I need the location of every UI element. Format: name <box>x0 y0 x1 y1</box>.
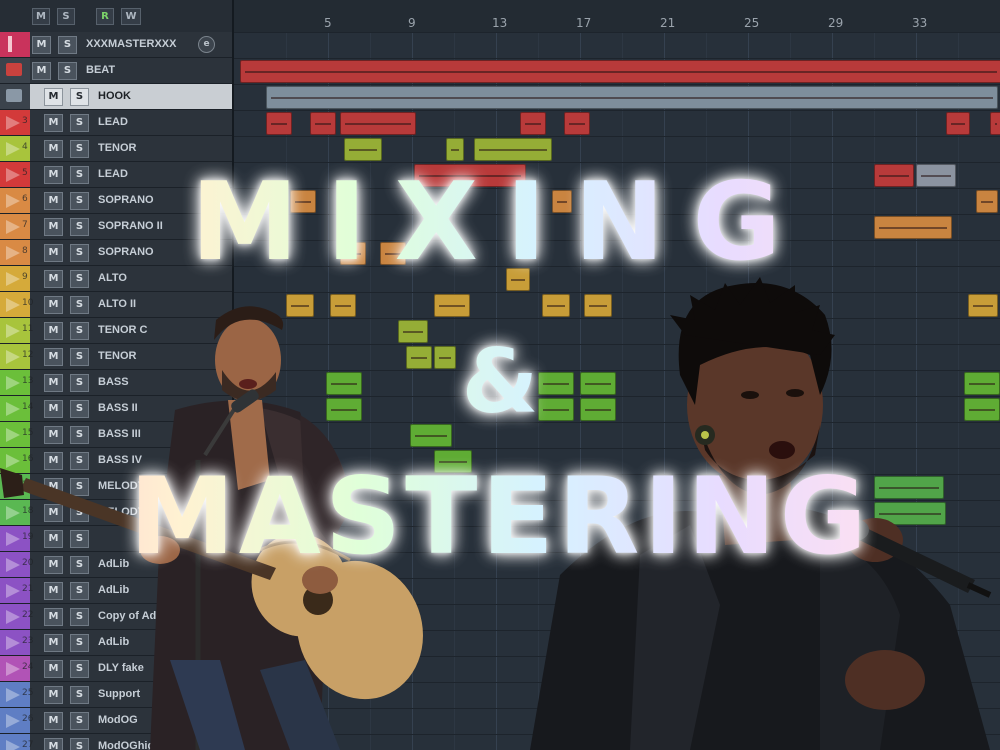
audio-clip[interactable] <box>990 112 1000 135</box>
ruler-bar-number: 17 <box>576 16 592 30</box>
solo-button[interactable]: S <box>70 88 89 106</box>
track-name[interactable]: XXXMASTERXXX <box>86 38 176 50</box>
clip-waveform <box>345 123 411 125</box>
audio-clip[interactable] <box>310 112 336 135</box>
mute-button[interactable]: M <box>44 88 63 106</box>
mute-button[interactable]: M <box>32 36 51 54</box>
title-mixing: MIXING <box>0 160 1000 285</box>
mute-button[interactable]: M <box>32 62 51 80</box>
title-mastering: MASTERING <box>0 455 1000 578</box>
edit-channel-icon[interactable]: e <box>198 36 215 53</box>
track-row[interactable]: 3 M S LEAD <box>0 110 232 136</box>
solo-all-button[interactable]: S <box>57 8 75 25</box>
clip-waveform <box>479 149 547 151</box>
record-arm-all-button[interactable]: R <box>96 8 114 25</box>
lane-divider <box>234 110 1000 111</box>
audio-clip[interactable] <box>946 112 970 135</box>
track-name[interactable]: LEAD <box>98 116 128 128</box>
master-flag-icon <box>8 36 12 52</box>
track-name[interactable]: BEAT <box>86 64 115 76</box>
mute-button[interactable]: M <box>44 140 63 158</box>
track-number: 4 <box>22 142 28 152</box>
audio-clip[interactable] <box>344 138 382 161</box>
track-name[interactable]: HOOK <box>98 90 131 102</box>
track-row[interactable]: M S HOOK <box>0 84 232 110</box>
clip-waveform <box>951 123 965 125</box>
ruler-bar-number: 9 <box>408 16 416 30</box>
ruler-bar-number: 33 <box>912 16 928 30</box>
audio-clip[interactable] <box>564 112 590 135</box>
track-color-swatch[interactable]: 4 <box>0 136 30 161</box>
track-toolbar: M S R W <box>0 0 232 33</box>
solo-button[interactable]: S <box>70 140 89 158</box>
track-color-swatch[interactable] <box>0 58 30 83</box>
track-number: 3 <box>22 116 28 126</box>
clip-waveform <box>451 149 459 151</box>
track-row[interactable]: M S XXXMASTERXXX e <box>0 32 232 58</box>
track-color-swatch[interactable] <box>0 32 30 57</box>
lane-divider <box>234 84 1000 85</box>
mute-button[interactable]: M <box>44 114 63 132</box>
clip-waveform <box>271 97 993 99</box>
timeline-ruler[interactable]: 5 9 13 17 21 25 29 33 <box>234 0 1000 33</box>
clip-waveform <box>569 123 585 125</box>
folder-icon <box>6 89 22 102</box>
track-flag-icon <box>6 142 20 156</box>
solo-button[interactable]: S <box>58 62 77 80</box>
audio-clip[interactable] <box>240 60 1000 83</box>
audio-clip[interactable] <box>340 112 416 135</box>
audio-clip[interactable] <box>520 112 546 135</box>
ruler-bar-number: 25 <box>744 16 760 30</box>
ruler-bar-number: 29 <box>828 16 844 30</box>
solo-button[interactable]: S <box>70 114 89 132</box>
ruler-bar-number: 13 <box>492 16 508 30</box>
clip-waveform <box>271 123 287 125</box>
mute-all-button[interactable]: M <box>32 8 50 25</box>
track-color-swatch[interactable]: 3 <box>0 110 30 135</box>
audio-clip[interactable] <box>446 138 464 161</box>
title-ampersand: & <box>0 330 1000 433</box>
lane-divider <box>234 32 1000 33</box>
lane-divider <box>234 58 1000 59</box>
solo-button[interactable]: S <box>58 36 77 54</box>
track-color-swatch[interactable] <box>0 84 30 109</box>
write-all-button[interactable]: W <box>121 8 141 25</box>
audio-clip[interactable] <box>474 138 552 161</box>
track-name[interactable]: TENOR <box>98 142 137 154</box>
clip-waveform <box>525 123 541 125</box>
clip-waveform <box>245 71 997 73</box>
track-flag-icon <box>6 116 20 130</box>
clip-waveform <box>315 123 331 125</box>
clip-waveform <box>995 123 997 125</box>
folder-icon <box>6 63 22 76</box>
track-row[interactable]: 4 M S TENOR <box>0 136 232 162</box>
audio-clip[interactable] <box>266 112 292 135</box>
track-row[interactable]: M S BEAT <box>0 58 232 84</box>
daw-window: 5 9 13 17 21 25 29 33 M S R W M S XXXMASTERXXX e M S… <box>0 0 1000 750</box>
clip-waveform <box>349 149 377 151</box>
ruler-bar-number: 5 <box>324 16 332 30</box>
lane-divider <box>234 136 1000 137</box>
audio-clip[interactable] <box>266 86 998 109</box>
ruler-bar-number: 21 <box>660 16 676 30</box>
